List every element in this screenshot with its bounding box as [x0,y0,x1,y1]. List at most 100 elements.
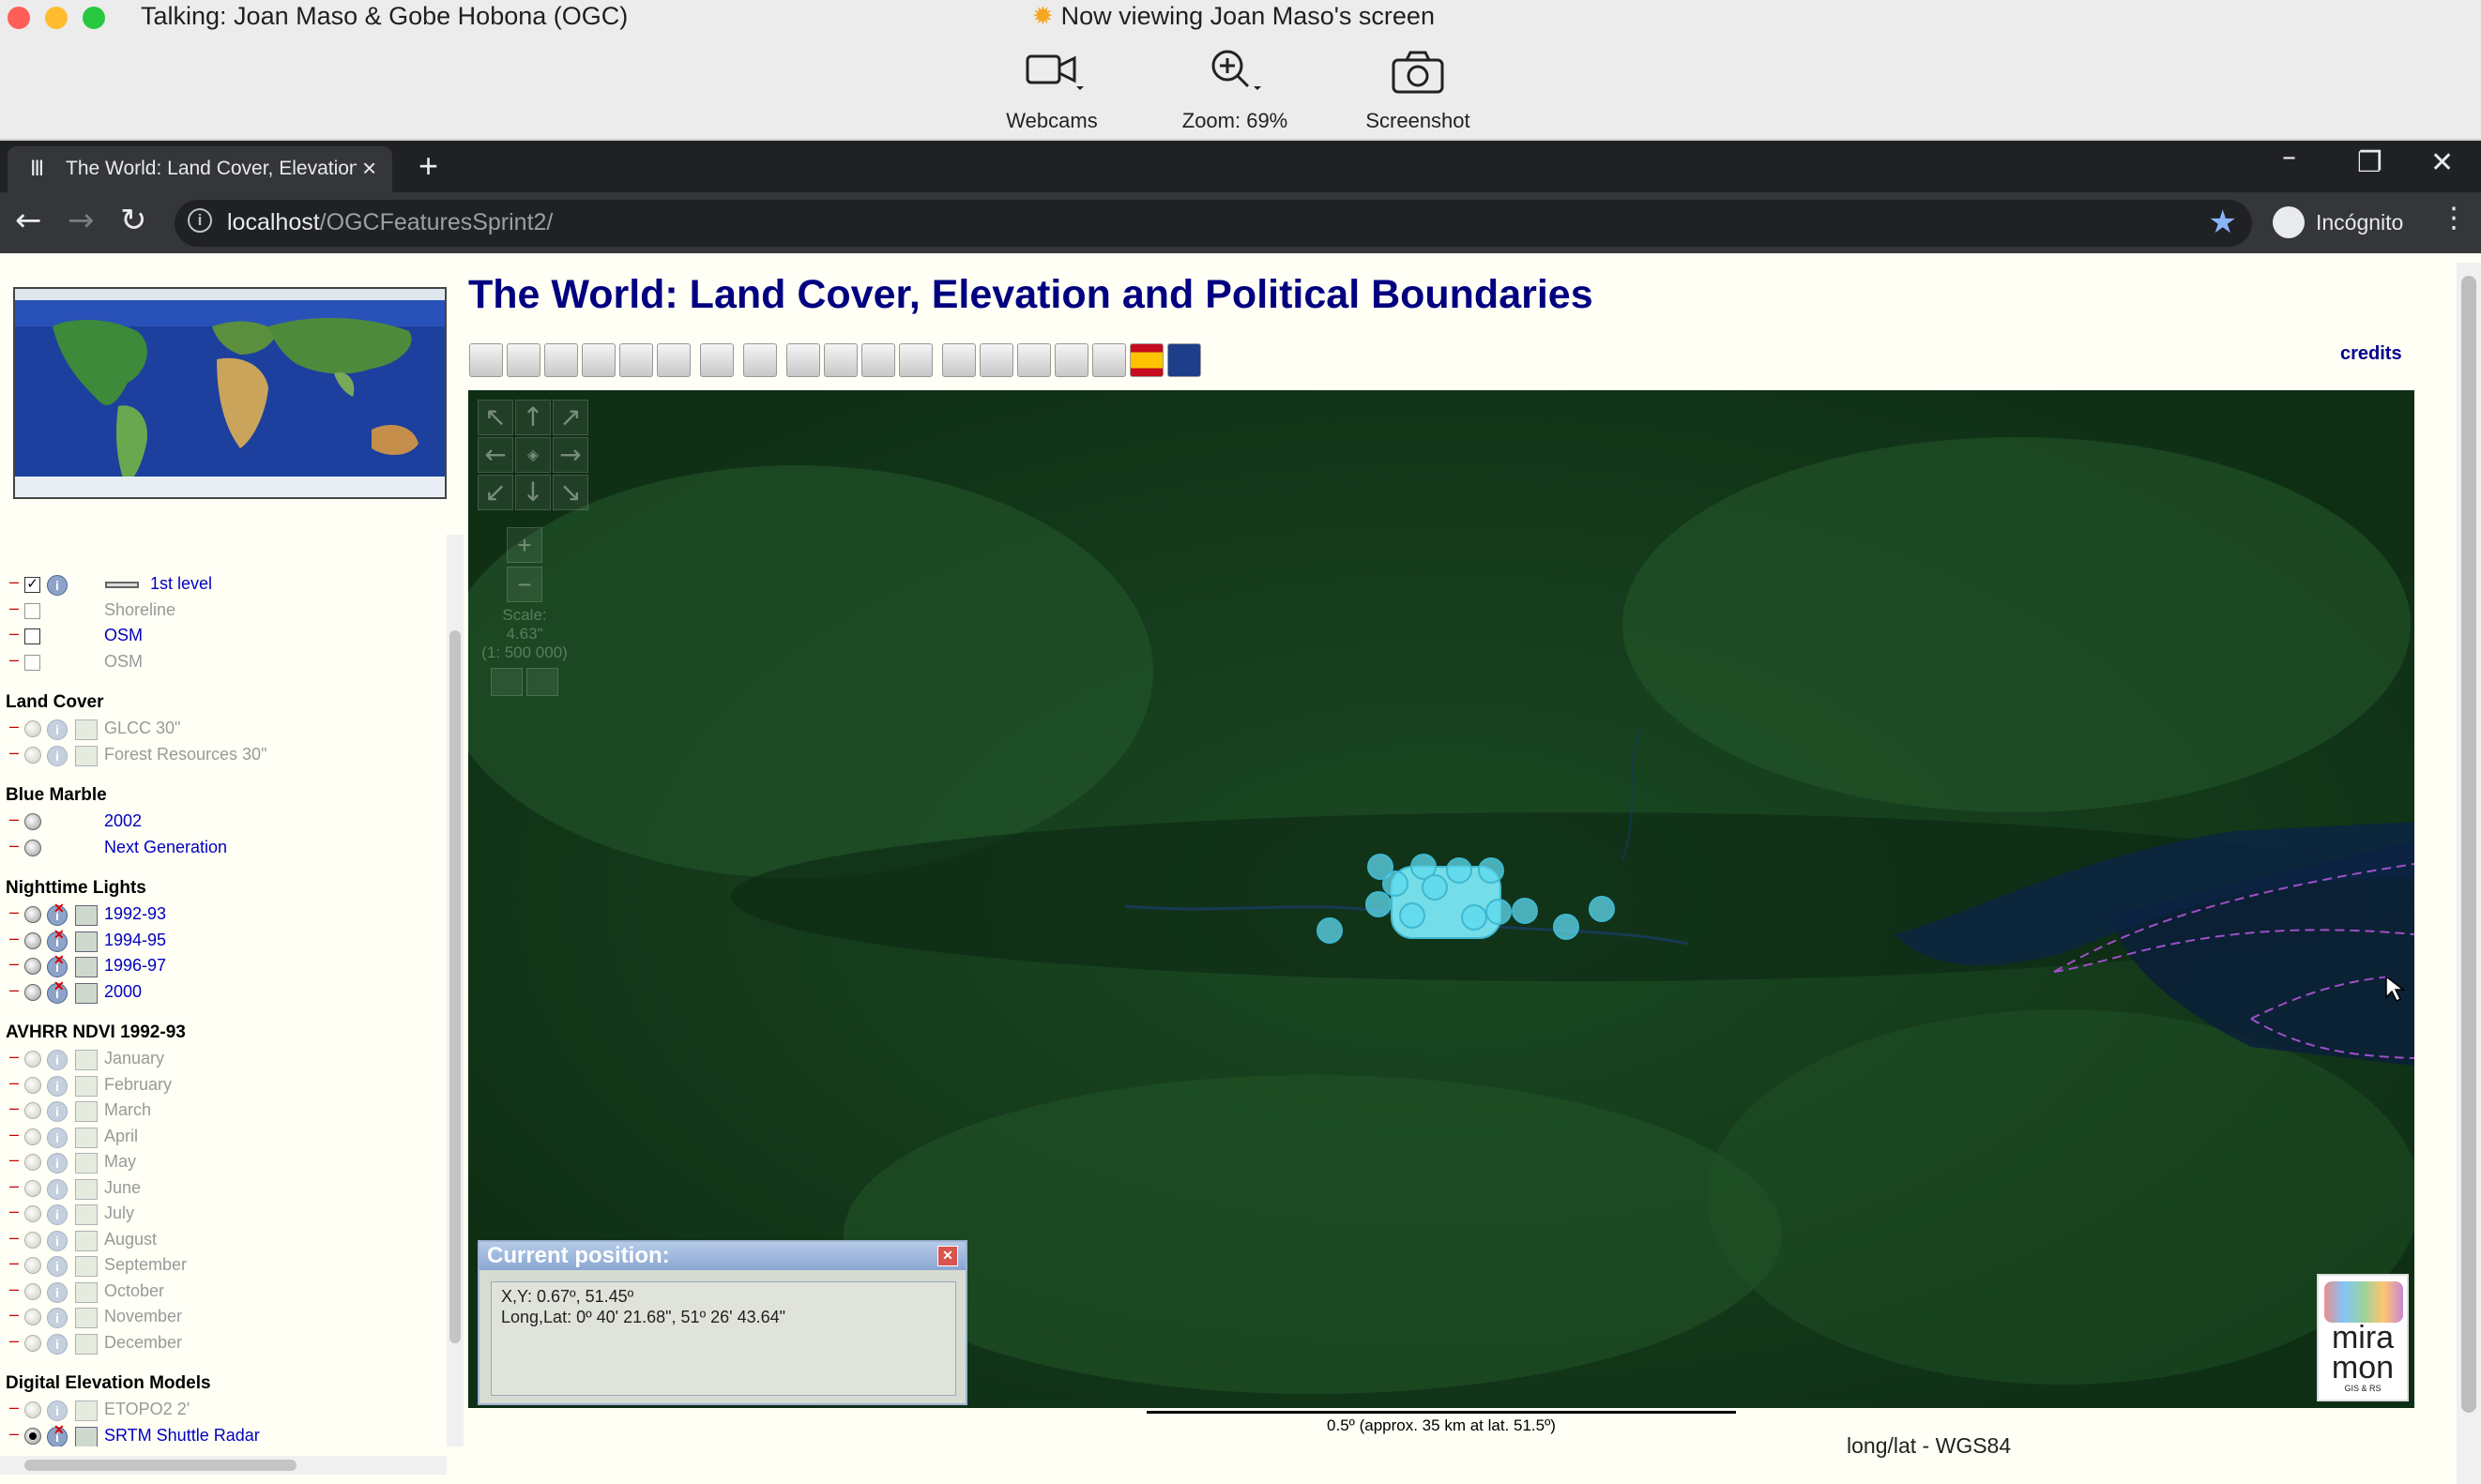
pan-west-icon[interactable]: ← [478,437,513,473]
layer-download-icon[interactable] [75,1401,98,1421]
legend-tool-icon[interactable] [743,343,777,377]
layer-name[interactable]: SRTM Shuttle Radar [104,1426,260,1446]
layer-radio-button[interactable] [24,1076,41,1094]
layer-download-icon[interactable] [75,931,98,952]
layer-info-icon[interactable]: i [47,745,68,766]
layer-radio-button[interactable] [24,1179,41,1197]
legend-layer-row[interactable]: – i Forest Resources 30" [0,743,447,767]
pan-north-icon[interactable]: ↑ [515,400,551,435]
minimize-window-button[interactable] [45,7,68,29]
layer-download-icon[interactable] [75,719,98,740]
layer-radio-button[interactable] [24,1231,41,1249]
layer-download-icon[interactable] [75,1153,98,1174]
layer-download-icon[interactable] [75,1127,98,1148]
layer-info-icon[interactable]: i [47,1204,68,1225]
layer-info-icon[interactable]: i [47,719,68,740]
legend-layer-row[interactable]: – OSM [0,624,447,648]
legend-layer-row[interactable]: – i May [0,1150,447,1174]
next-view-icon[interactable] [526,668,559,696]
pan-east-icon[interactable]: → [553,437,588,473]
layer-visibility-checkbox[interactable] [24,654,40,671]
forward-arrow-icon[interactable]: → [68,202,95,239]
legend-layer-row[interactable]: – i July [0,1202,447,1226]
layer-info-icon[interactable]: i [47,925,68,952]
layer-download-icon[interactable] [75,1308,98,1328]
position-window-title[interactable]: Current position: [479,1242,966,1270]
minimize-icon[interactable]: – [2282,141,2296,174]
zoom-in-icon[interactable]: + [507,527,542,563]
previous-view-icon[interactable] [490,668,523,696]
layer-radio-button[interactable] [24,1401,41,1418]
layers-tool-icon[interactable] [700,343,734,377]
legend-layer-row[interactable]: – i August [0,1228,447,1252]
legend-scrollbar[interactable] [447,535,464,1446]
layer-info-icon[interactable]: i [47,1153,68,1174]
legend-layer-row[interactable]: – i April [0,1125,447,1149]
home-tool-icon[interactable] [980,343,1013,377]
browser-menu-icon[interactable]: ⋮ [2440,202,2468,235]
layer-radio-button[interactable] [24,720,41,737]
layer-info-icon[interactable]: i [47,1178,68,1200]
layer-download-icon[interactable] [75,1178,98,1200]
legend-layer-row[interactable]: – i June [0,1176,447,1201]
address-bar[interactable]: i localhost/OGCFeaturesSprint2/ ★ [175,200,2252,247]
legend-layer-row[interactable]: – i ETOPO2 2' [0,1398,447,1422]
legend-layer-row[interactable]: – ✓ i 1st level [0,572,447,597]
back-arrow-icon[interactable]: ← [15,202,42,239]
layer-info-icon[interactable]: i [47,1281,68,1303]
layer-radio-button[interactable] [24,839,41,856]
bookmark-star-icon[interactable]: ★ [2209,204,2237,241]
layer-name[interactable]: 1996-97 [104,956,166,976]
layer-download-icon[interactable] [75,1333,98,1355]
layer-radio-button[interactable] [24,746,41,764]
window-tool-icon[interactable] [824,343,858,377]
layer-download-icon[interactable] [75,1101,98,1122]
layer-info-icon[interactable]: i [47,575,68,596]
uk-flag-icon[interactable] [1167,343,1201,377]
layer-name[interactable]: 1994-95 [104,931,166,950]
reload-icon[interactable]: ↻ [120,202,147,239]
layer-download-icon[interactable] [75,1075,98,1097]
ogc-tool-icon[interactable] [861,343,895,377]
layer-radio-button[interactable] [24,1334,41,1352]
layer-radio-button[interactable] [24,983,41,1001]
pan-tool-icon[interactable] [469,343,503,377]
layer-name[interactable]: 1992-93 [104,904,166,924]
layer-download-icon[interactable] [75,1256,98,1277]
legend-layer-row[interactable]: – Shoreline [0,598,447,623]
layer-radio-button[interactable] [24,1282,41,1300]
site-info-icon[interactable]: i [188,208,212,233]
layer-name[interactable]: Next Generation [104,838,227,857]
layer-radio-button[interactable] [24,931,41,949]
layer-radio-button[interactable] [24,1128,41,1145]
catalan-flag-icon[interactable] [1092,343,1126,377]
layer-radio-button[interactable] [24,1154,41,1171]
legend-layer-row[interactable]: – i October [0,1280,447,1304]
layer-download-icon[interactable] [75,1281,98,1303]
layer-name[interactable]: 2000 [104,982,142,1002]
layer-name[interactable]: OSM [104,626,143,645]
legend-layer-row[interactable]: – i 1994-95 [0,925,447,953]
layer-info-icon[interactable]: i [47,1230,68,1251]
incognito-indicator[interactable]: Incógnito [2269,200,2428,247]
layer-download-icon[interactable] [75,1050,98,1070]
layer-visibility-checkbox[interactable]: ✓ [24,577,40,593]
close-position-window-button[interactable]: ✕ [937,1246,958,1266]
pan-southwest-icon[interactable]: ↙ [478,475,513,510]
legend-layer-row[interactable]: – 2002 [0,810,447,834]
close-window-button[interactable] [8,7,30,29]
layer-radio-button[interactable] [24,813,41,830]
pan-northeast-icon[interactable]: ↗ [553,400,588,435]
browser-tab[interactable]: Ⅲ The World: Land Cover, Elevation × [8,146,392,192]
legend-layer-row[interactable]: – OSM [0,650,447,674]
close-icon[interactable]: ✕ [2430,146,2454,179]
layer-radio-button[interactable] [24,1102,41,1119]
layer-info-icon[interactable]: i [47,1127,68,1148]
legend-layer-row[interactable]: – i December [0,1331,447,1355]
layer-download-icon[interactable] [75,745,98,766]
spanish-flag-icon[interactable] [1130,343,1164,377]
zoom-in-tool-icon[interactable] [544,343,578,377]
layer-info-icon[interactable]: i [47,1308,68,1328]
horizontal-scroll-thumb[interactable] [24,1460,297,1471]
legend-horizontal-scrollbar[interactable] [0,1456,447,1475]
